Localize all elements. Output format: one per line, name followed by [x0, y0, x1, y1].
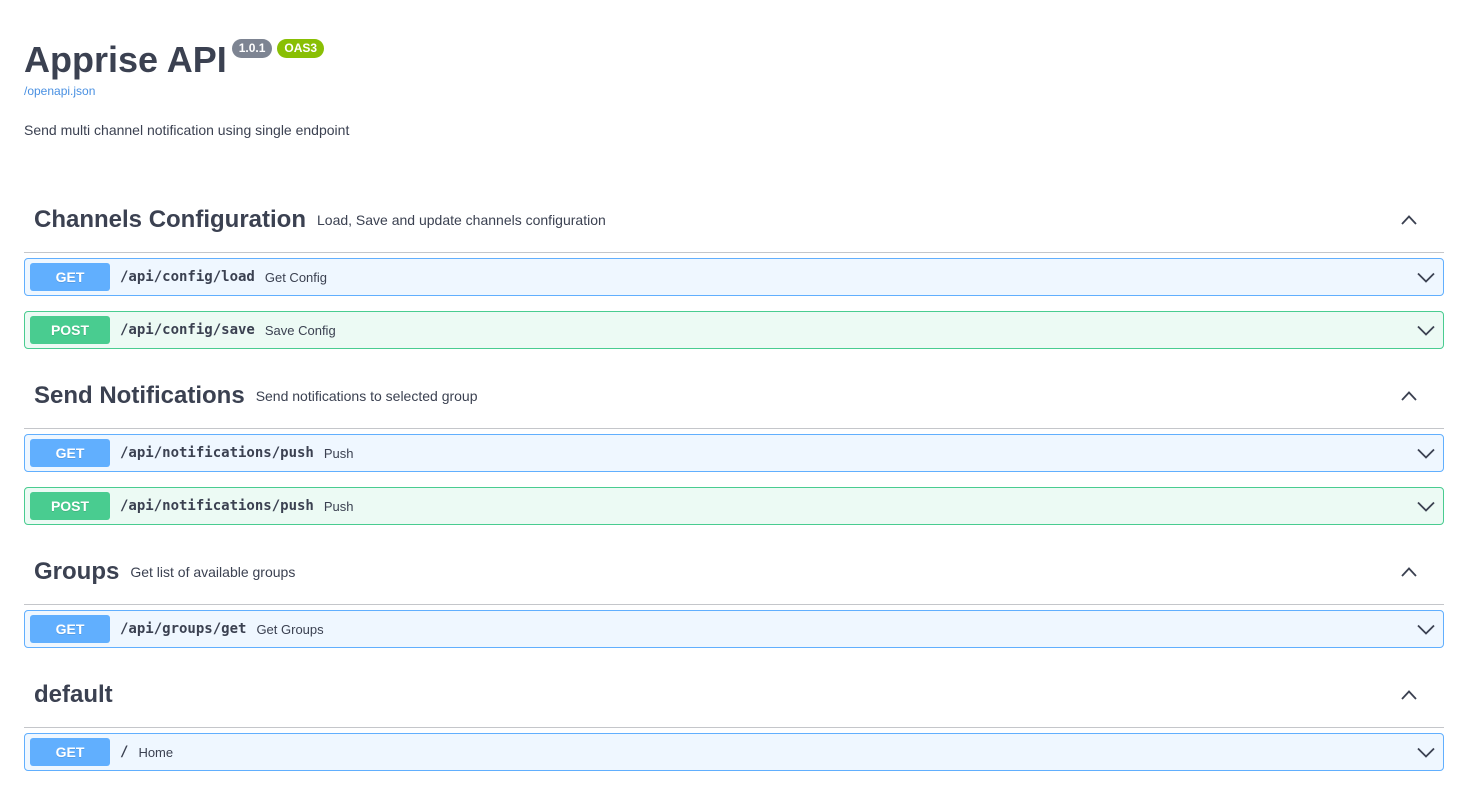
tag-name: Channels Configuration: [34, 206, 306, 233]
operation-path: /api/config/load: [120, 269, 255, 285]
api-title: Apprise API: [24, 39, 227, 80]
operation-path: /api/notifications/push: [120, 445, 314, 461]
operation-post[interactable]: POST/api/config/save Save Config: [24, 311, 1444, 349]
operation-summary: Get Config: [264, 269, 328, 285]
chevron-down-icon[interactable]: [1416, 267, 1436, 287]
tag-header[interactable]: Groups Get list of available groups: [24, 540, 1444, 605]
tag-section-default: default GET / Home: [24, 663, 1444, 771]
tag-description: Load, Save and update channels configura…: [317, 212, 606, 228]
version-badge: 1.0.1: [231, 39, 273, 58]
method-badge: GET: [30, 615, 110, 643]
title-row: Apprise API 1.0.1 OAS3: [24, 38, 1444, 82]
tag-section-channels-configuration: Channels Configuration Load, Save and upd…: [24, 188, 1444, 349]
chevron-down-icon[interactable]: [1416, 443, 1436, 463]
operation-path: /api/config/save: [120, 322, 255, 338]
operation-get[interactable]: GET/api/config/load Get Config: [24, 258, 1444, 296]
operation-path: /: [120, 744, 129, 760]
operation-get[interactable]: GET/api/notifications/push Push: [24, 434, 1444, 472]
chevron-down-icon[interactable]: [1416, 320, 1436, 340]
method-badge: GET: [30, 439, 110, 467]
chevron-up-icon[interactable]: [1399, 562, 1419, 582]
tag-header[interactable]: default: [24, 663, 1444, 728]
chevron-down-icon[interactable]: [1416, 619, 1436, 639]
operation-path: /api/notifications/push: [120, 498, 314, 514]
chevron-up-icon[interactable]: [1399, 685, 1419, 705]
tag-section-send-notifications: Send Notifications Send notifications to …: [24, 364, 1444, 525]
tag-header[interactable]: Channels Configuration Load, Save and upd…: [24, 188, 1444, 253]
operation-get[interactable]: GET / Home: [24, 733, 1444, 771]
tag-name: default: [34, 681, 113, 708]
chevron-up-icon[interactable]: [1399, 386, 1419, 406]
operation-post[interactable]: POST/api/notifications/push Push: [24, 487, 1444, 525]
chevron-down-icon[interactable]: [1416, 742, 1436, 762]
tag-header[interactable]: Send Notifications Send notifications to …: [24, 364, 1444, 429]
tag-name: Send Notifications: [34, 382, 245, 409]
api-description: Send multi channel notification using si…: [24, 122, 350, 138]
tag-description: Get list of available groups: [130, 564, 296, 580]
method-badge: POST: [30, 316, 110, 344]
method-badge: GET: [30, 738, 110, 766]
swagger-page: Apprise API 1.0.1 OAS3 /openapi.json Sen…: [0, 0, 1473, 807]
operation-summary: Home: [138, 744, 174, 760]
tag-section-groups: Groups Get list of available groups GET/ap…: [24, 540, 1444, 648]
api-info: Apprise API 1.0.1 OAS3 /openapi.json Sen…: [24, 0, 1444, 138]
operation-summary: Save Config: [264, 322, 336, 338]
chevron-down-icon[interactable]: [1416, 496, 1436, 516]
method-badge: POST: [30, 492, 110, 520]
oas-badge: OAS3: [277, 39, 325, 58]
tag-description: Send notifications to selected group: [255, 388, 478, 404]
operation-summary: Push: [323, 445, 354, 461]
tag-name: Groups: [34, 558, 120, 585]
operation-path: /api/groups/get: [120, 621, 247, 637]
openapi-spec-link[interactable]: /openapi.json: [24, 84, 95, 98]
operation-summary: Get Groups: [256, 621, 324, 637]
chevron-up-icon[interactable]: [1399, 210, 1419, 230]
tag-list: Channels Configuration Load, Save and upd…: [24, 188, 1444, 771]
method-badge: GET: [30, 263, 110, 291]
operation-get[interactable]: GET/api/groups/get Get Groups: [24, 610, 1444, 648]
operation-summary: Push: [323, 498, 354, 514]
